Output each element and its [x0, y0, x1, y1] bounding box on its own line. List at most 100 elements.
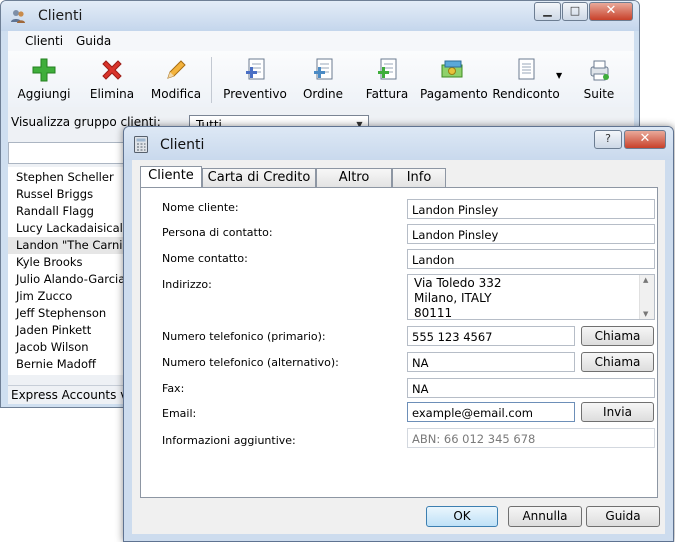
suite-label: Suite — [583, 87, 615, 101]
help-button[interactable]: Guida — [586, 506, 660, 527]
calculator-icon — [134, 136, 148, 153]
tab-cliente[interactable]: Cliente — [140, 166, 202, 188]
help-icon: ? — [605, 132, 611, 145]
minimize-button[interactable]: ▁ — [534, 2, 561, 21]
add-icon — [32, 58, 56, 82]
statement-label: Rendiconto — [492, 87, 560, 101]
cancel-button[interactable]: Annulla — [508, 506, 582, 527]
list-item[interactable]: Randall Flagg — [16, 203, 94, 220]
tab-altro[interactable]: Altro — [316, 168, 392, 187]
client-search-input[interactable] — [8, 142, 128, 164]
users-icon — [11, 10, 25, 23]
statement-dropdown-icon[interactable]: ▼ — [556, 71, 562, 80]
field-value: NA — [412, 382, 429, 396]
edit-icon — [167, 60, 186, 79]
invoice-icon — [378, 58, 397, 80]
address-line: Milano, ITALY — [414, 291, 492, 305]
delete-icon — [102, 60, 122, 80]
toolbar: Aggiungi Elimina Modifica Preventivo Ord — [8, 51, 634, 108]
dialog-close-button[interactable]: ✕ — [624, 130, 666, 149]
field-value: Landon Pinsley — [412, 203, 499, 217]
help-title-button[interactable]: ? — [594, 130, 622, 149]
ok-button[interactable]: OK — [426, 506, 498, 527]
list-item[interactable]: Jeff Stephenson — [16, 305, 106, 322]
client-list: Stephen Scheller Russel Briggs Randall F… — [8, 167, 128, 375]
menu-guida[interactable]: Guida — [76, 34, 111, 48]
field-label: Indirizzo: — [162, 278, 212, 291]
close-button[interactable]: ✕ — [589, 2, 633, 21]
telefono-alternativo-field[interactable]: NA — [407, 352, 575, 372]
email-field[interactable]: example@email.com — [407, 402, 575, 422]
address-scrollbar[interactable]: ▲ ▼ — [639, 275, 654, 319]
add-button[interactable]: Aggiungi — [12, 51, 76, 107]
delete-label: Elimina — [89, 87, 135, 101]
tab-carta-di-credito[interactable]: Carta di Credito — [202, 168, 316, 187]
list-item[interactable]: Russel Briggs — [16, 186, 93, 203]
edit-button[interactable]: Modifica — [144, 51, 208, 107]
telefono-primario-field[interactable]: 555 123 4567 — [407, 326, 575, 346]
dialog-content: Cliente Carta di Credito Altro Info Nome… — [132, 160, 665, 534]
quote-button[interactable]: Preventivo — [218, 51, 292, 107]
scroll-down-icon[interactable]: ▼ — [643, 310, 648, 318]
statement-icon — [518, 58, 535, 80]
field-label: Fax: — [162, 382, 185, 395]
field-label: Nome contatto: — [162, 252, 248, 265]
field-label: Informazioni aggiuntive: — [162, 434, 296, 447]
payment-label: Pagamento — [420, 87, 488, 101]
dialog-title: Clienti — [160, 137, 205, 153]
field-value: Landon — [412, 253, 455, 267]
field-value: 555 123 4567 — [412, 330, 493, 344]
close-icon: ✕ — [605, 3, 617, 18]
suite-button[interactable]: Suite — [574, 51, 624, 107]
dialog-title-bar[interactable] — [124, 127, 673, 160]
call-alternate-button[interactable]: Chiama — [581, 352, 654, 372]
close-icon: ✕ — [639, 131, 651, 146]
statement-button[interactable]: Rendiconto — [490, 51, 562, 107]
indirizzo-textarea[interactable]: Via Toledo 332 Milano, ITALY 80111 ▲ ▼ — [407, 274, 655, 320]
nome-cliente-field[interactable]: Landon Pinsley — [407, 199, 655, 219]
order-label: Ordine — [302, 87, 344, 101]
list-item-selected[interactable]: Landon "The Carnie" P — [8, 237, 128, 254]
nome-contatto-field[interactable]: Landon — [407, 249, 655, 269]
list-item[interactable]: Jacob Wilson — [16, 339, 89, 356]
quote-icon — [246, 58, 265, 80]
minimize-icon: ▁ — [543, 4, 552, 17]
invoice-button[interactable]: Fattura — [358, 51, 416, 107]
list-item[interactable]: Jaden Pinkett — [16, 322, 91, 339]
edit-label: Modifica — [150, 87, 202, 101]
send-email-button[interactable]: Invia — [581, 402, 654, 422]
tab-panel-cliente: Nome cliente: Landon Pinsley Persona di … — [140, 187, 658, 498]
scroll-up-icon[interactable]: ▲ — [643, 276, 648, 284]
main-title-bar[interactable]: Clienti ▁ □ ✕ — [1, 1, 639, 31]
menu-clienti[interactable]: Clienti — [25, 34, 63, 48]
order-button[interactable]: Ordine — [294, 51, 352, 107]
info-aggiuntive-field[interactable]: ABN: 66 012 345 678 — [407, 428, 655, 448]
address-line: 80111 — [414, 306, 453, 320]
field-value: Landon Pinsley — [412, 228, 499, 242]
persona-contatto-field[interactable]: Landon Pinsley — [407, 224, 655, 244]
field-value: example@email.com — [412, 406, 533, 420]
main-window-title: Clienti — [38, 8, 83, 24]
list-item[interactable]: Lucy Lackadaisical — [16, 220, 123, 237]
payment-icon — [441, 60, 463, 78]
add-label: Aggiungi — [17, 87, 71, 101]
call-primary-button[interactable]: Chiama — [581, 326, 654, 346]
list-item[interactable]: Kyle Brooks — [16, 254, 83, 271]
payment-button[interactable]: Pagamento — [420, 51, 488, 107]
list-item[interactable]: Julio Alando-Garcia Ro — [16, 271, 128, 288]
field-label: Numero telefonico (primario): — [162, 330, 326, 343]
field-value: ABN: 66 012 345 678 — [412, 432, 536, 446]
tab-info[interactable]: Info — [392, 168, 446, 187]
field-label: Nome cliente: — [162, 201, 239, 214]
invoice-label: Fattura — [365, 87, 409, 101]
maximize-button[interactable]: □ — [562, 2, 588, 21]
fax-field[interactable]: NA — [407, 378, 655, 398]
list-item[interactable]: Bernie Madoff — [16, 356, 96, 373]
list-item[interactable]: Jim Zucco — [16, 288, 72, 305]
quote-label: Preventivo — [223, 87, 287, 101]
order-icon — [314, 58, 333, 80]
delete-button[interactable]: Elimina — [80, 51, 144, 107]
address-line: Via Toledo 332 — [414, 276, 502, 290]
maximize-icon: □ — [569, 4, 581, 17]
list-item[interactable]: Stephen Scheller — [16, 169, 114, 186]
